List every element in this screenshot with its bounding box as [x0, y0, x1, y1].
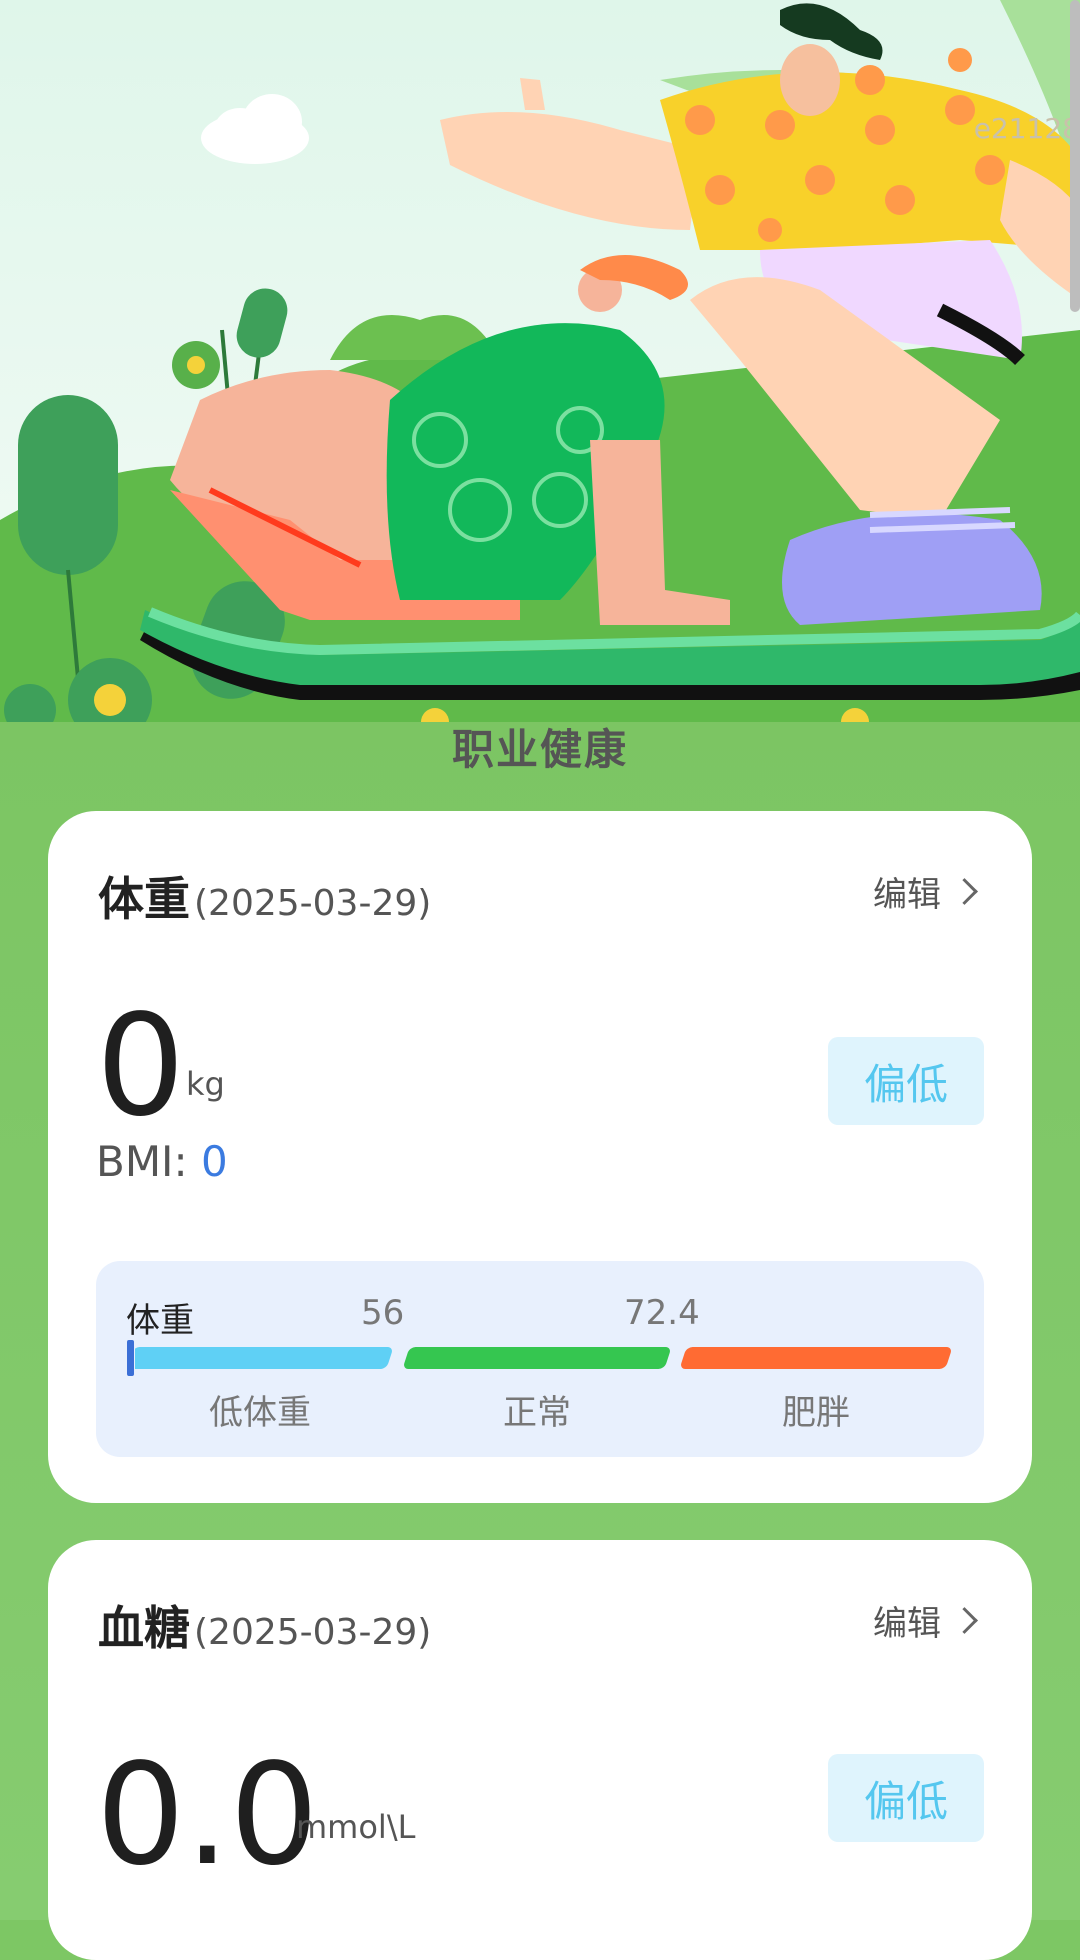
glucose-value: 0.0 — [96, 1734, 319, 1897]
range-label-underweight: 低体重 — [209, 1393, 311, 1433]
range-label-obese: 肥胖 — [782, 1393, 850, 1433]
range-label-normal: 正常 — [503, 1393, 571, 1433]
bmi-label: BMI: — [96, 1137, 188, 1186]
range-segment-underweight — [126, 1347, 394, 1369]
weight-range-panel: 体重 56 72.4 低体重 正常 肥胖 — [96, 1261, 984, 1457]
glucose-card: 血糖 (2025-03-29) 编辑 0.0 mmol\L 偏低 — [48, 1540, 1032, 1960]
weight-edit-button[interactable]: 编辑 — [873, 867, 978, 916]
weight-edit-label: 编辑 — [873, 875, 941, 915]
glucose-status-badge[interactable]: 偏低 — [828, 1754, 984, 1842]
weight-date: (2025-03-29) — [194, 883, 432, 924]
range-segment-obese — [679, 1347, 953, 1369]
weight-card: 体重 (2025-03-29) 编辑 0 kg 偏低 BMI: 0 体重 56 7… — [48, 811, 1032, 1503]
bmi-value: 0 — [200, 1137, 228, 1186]
range-segment-normal — [402, 1347, 672, 1369]
threshold-low: 56 — [361, 1293, 405, 1333]
range-marker — [126, 1339, 135, 1377]
glucose-date: (2025-03-29) — [194, 1612, 432, 1653]
glucose-edit-label: 编辑 — [873, 1604, 941, 1644]
weight-unit: kg — [186, 1065, 225, 1103]
hero-illustration — [0, 0, 1080, 722]
glucose-unit: mmol\L — [296, 1808, 416, 1846]
threshold-high: 72.4 — [624, 1293, 700, 1333]
glucose-edit-button[interactable]: 编辑 — [873, 1596, 978, 1645]
bmi-readout: BMI: 0 — [96, 1137, 228, 1186]
range-label: 体重 — [126, 1301, 194, 1341]
watermark-text: e21128 — [973, 112, 1080, 145]
glucose-card-title: 血糖 (2025-03-29) — [98, 1592, 431, 1658]
weight-status-badge[interactable]: 偏低 — [828, 1037, 984, 1125]
weight-title-text: 体重 — [98, 872, 190, 926]
page-title: 职业健康 — [451, 725, 628, 774]
chevron-right-icon — [951, 878, 978, 905]
chevron-right-icon — [951, 1607, 978, 1634]
scrollbar-thumb[interactable] — [1070, 0, 1080, 312]
glucose-title-text: 血糖 — [98, 1601, 190, 1655]
weight-value: 0 — [96, 985, 186, 1148]
weight-card-title: 体重 (2025-03-29) — [98, 863, 431, 929]
